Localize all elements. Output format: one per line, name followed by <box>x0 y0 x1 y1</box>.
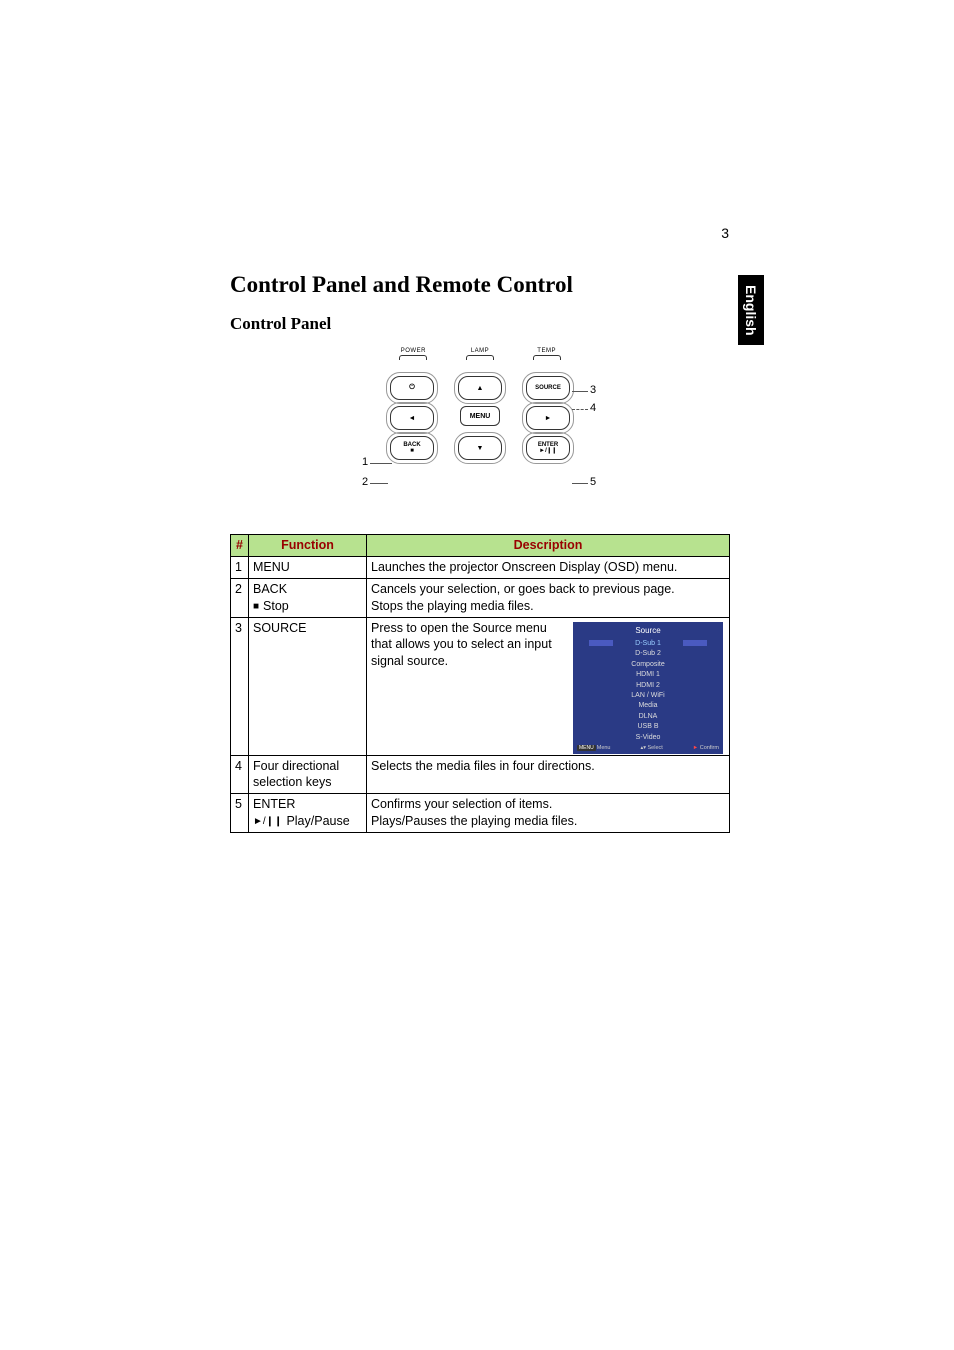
header-function: Function <box>249 535 367 557</box>
power-button: ⏻ <box>390 376 434 400</box>
table-row: 1 MENU Launches the projector Onscreen D… <box>231 556 730 578</box>
header-description: Description <box>367 535 730 557</box>
menu-button: MENU <box>460 406 500 426</box>
led-temp: TEMP <box>533 348 561 360</box>
callout-1: 1 <box>362 456 368 468</box>
table-row: 2 BACK ■Stop Cancels your selection, or … <box>231 578 730 617</box>
enter-button: ENTER►/❙❙ <box>526 436 570 460</box>
page-content: Control Panel and Remote Control Control… <box>230 272 730 833</box>
source-menu-illustration: Source D-Sub 1 D-Sub 2 Composite HDMI 1 … <box>573 622 723 755</box>
down-button: ▼ <box>458 436 502 460</box>
table-row: 5 ENTER ►/❙❙Play/Pause Confirms your sel… <box>231 794 730 833</box>
up-button: ▲ <box>458 376 502 400</box>
subsection-heading: Control Panel <box>230 314 730 334</box>
page-number: 3 <box>721 225 729 241</box>
callout-4: 4 <box>590 402 596 414</box>
callout-5: 5 <box>590 476 596 488</box>
table-row: 3 SOURCE Press to open the Source menu t… <box>231 617 730 755</box>
table-row: 4 Four directional selection keys Select… <box>231 755 730 794</box>
section-heading: Control Panel and Remote Control <box>230 272 730 298</box>
right-button: ► <box>526 406 570 430</box>
callout-2: 2 <box>362 476 368 488</box>
callout-3: 3 <box>590 384 596 396</box>
source-button: SOURCE <box>526 376 570 400</box>
led-lamp: LAMP <box>466 348 494 360</box>
language-tab: English <box>738 275 764 345</box>
function-table: # Function Description 1 MENU Launches t… <box>230 534 730 833</box>
back-button: BACK■ <box>390 436 434 460</box>
control-panel-figure: POWER LAMP TEMP ⏻ ▲ SOURCE ◄ MENU ► BACK… <box>230 348 730 518</box>
led-power: POWER <box>399 348 427 360</box>
left-button: ◄ <box>390 406 434 430</box>
header-num: # <box>231 535 249 557</box>
